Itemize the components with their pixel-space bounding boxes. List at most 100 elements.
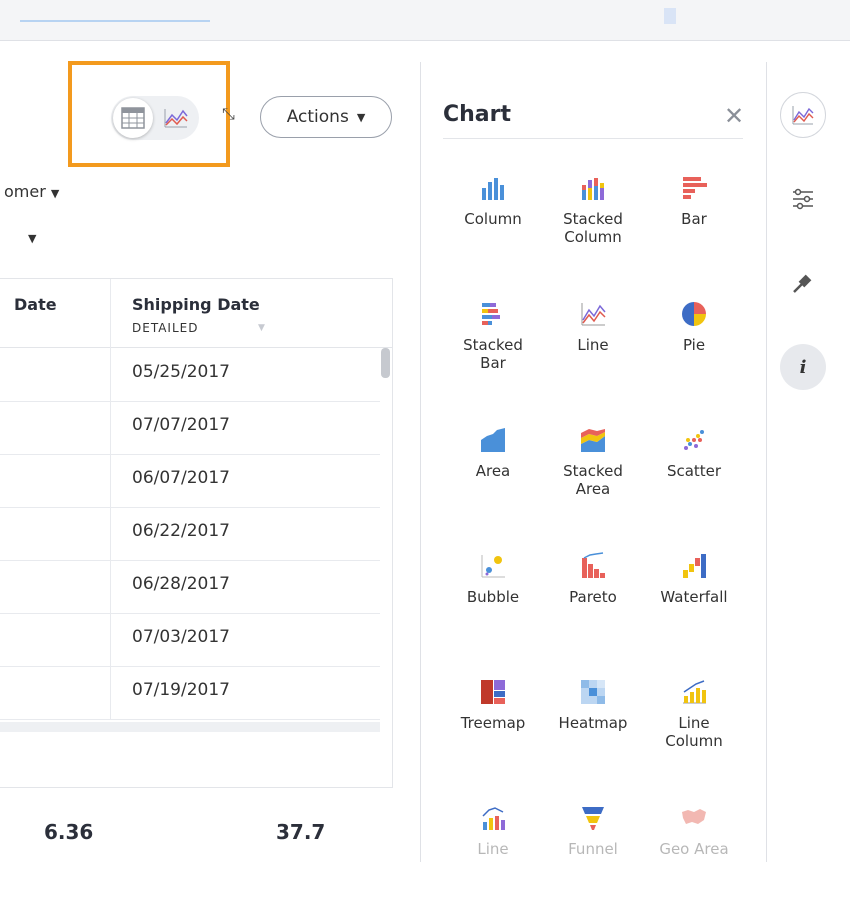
chart-type-label-line: Pie: [682, 336, 706, 354]
chevron-down-icon[interactable]: ▼: [28, 232, 36, 245]
chart-type-option[interactable]: Pareto: [543, 552, 643, 662]
table-row[interactable]: 07/03/2017: [0, 613, 380, 667]
bar-chart-icon: [680, 174, 708, 202]
chart-type-option[interactable]: Stacked Area: [543, 426, 643, 536]
chart-type-option[interactable]: Geo Area: [644, 804, 744, 914]
chart-type-label: Line Column: [644, 714, 744, 750]
chart-type-option[interactable]: Column: [443, 174, 543, 284]
column-header-date[interactable]: Date: [14, 295, 57, 314]
table-icon[interactable]: [113, 98, 153, 138]
chart-type-label: Scatter: [644, 462, 744, 480]
data-table: Date Shipping Date DETAILED ▼ 05/25/2017…: [0, 278, 393, 788]
chart-type-label-line: Line: [477, 840, 509, 858]
top-bar-tag: [664, 8, 676, 24]
table-row[interactable]: 06/22/2017: [0, 507, 380, 561]
filter-label: omer: [4, 182, 46, 201]
chart-type-label-line: Line: [678, 714, 710, 732]
close-icon[interactable]: ✕: [724, 102, 744, 130]
horizontal-scrollbar[interactable]: [0, 722, 380, 732]
chart-type-option[interactable]: Treemap: [443, 678, 543, 788]
table-cell: 06/07/2017: [132, 468, 230, 488]
chart-type-label-line: Area: [475, 462, 511, 480]
chart-type-option[interactable]: Scatter: [644, 426, 744, 536]
table-cell: 07/07/2017: [132, 415, 230, 435]
sort-icon[interactable]: ▼: [258, 323, 265, 333]
line-chart-icon[interactable]: [780, 92, 826, 138]
chart-type-label: Pie: [644, 336, 744, 354]
vertical-scrollbar[interactable]: [381, 348, 390, 378]
chevron-down-icon: ▼: [356, 110, 366, 124]
chart-type-label: Funnel: [543, 840, 643, 858]
chart-type-label-line: Geo Area: [659, 840, 729, 858]
column-subheader: DETAILED: [132, 321, 199, 335]
chart-type-label-line: Pareto: [569, 588, 617, 606]
chart-type-label: Stacked Column: [543, 210, 643, 246]
table-chart-toggle[interactable]: [111, 96, 199, 140]
chart-type-label-line: Bar: [681, 210, 707, 228]
chart-type-label: Heatmap: [543, 714, 643, 732]
stacked-area-chart-icon: [579, 426, 607, 454]
chart-type-label-line: Line: [577, 336, 609, 354]
chart-type-option[interactable]: Bubble: [443, 552, 543, 662]
heatmap-chart-icon: [579, 678, 607, 706]
chart-type-label-line: Column: [464, 210, 522, 228]
actions-button[interactable]: Actions ▼: [260, 96, 392, 138]
chart-type-label-line: Stacked: [463, 336, 523, 354]
table-cell: 07/19/2017: [132, 680, 230, 700]
chart-type-label: Bar: [644, 210, 744, 228]
chart-type-option[interactable]: Area: [443, 426, 543, 536]
chart-type-option[interactable]: Stacked Column: [543, 174, 643, 284]
actions-label: Actions: [286, 107, 349, 127]
chart-type-label: Treemap: [443, 714, 543, 732]
stacked-bar-chart-icon: [479, 300, 507, 328]
chart-type-option[interactable]: Funnel: [543, 804, 643, 914]
table-row[interactable]: 07/19/2017: [0, 666, 380, 720]
active-tab-indicator: [20, 20, 210, 22]
area-chart-icon: [479, 426, 507, 454]
chart-type-option[interactable]: Line: [543, 300, 643, 410]
chart-type-label-line: Column: [564, 228, 622, 246]
chart-type-label-line: Heatmap: [558, 714, 628, 732]
chart-type-option[interactable]: Line Column: [644, 678, 744, 788]
table-cell: 05/25/2017: [132, 362, 230, 382]
table-cell: 06/28/2017: [132, 574, 230, 594]
chart-type-option[interactable]: Stacked Bar: [443, 300, 543, 410]
table-row[interactable]: 07/07/2017: [0, 401, 380, 455]
funnel-chart-icon: [579, 804, 607, 832]
bubble-chart-icon: [479, 552, 507, 580]
geo-area-chart-icon: [680, 804, 708, 832]
top-bar: [0, 0, 850, 41]
table-row[interactable]: 06/07/2017: [0, 454, 380, 508]
table-cell: 07/03/2017: [132, 627, 230, 647]
chevron-down-icon: ▼: [50, 187, 60, 200]
line-chart-icon[interactable]: [163, 106, 189, 130]
filter-dropdown-customer[interactable]: omer ▼: [4, 182, 59, 201]
chart-type-label-line: Treemap: [460, 714, 526, 732]
panel-divider: [420, 62, 421, 862]
expand-icon[interactable]: ⤡: [222, 104, 235, 124]
chart-type-label-line: Area: [575, 480, 611, 498]
settings-sliders-icon[interactable]: [790, 186, 816, 212]
chart-type-label-line: Stacked: [563, 210, 623, 228]
table-row[interactable]: 06/28/2017: [0, 560, 380, 614]
chart-type-label: Geo Area: [644, 840, 744, 858]
chart-type-option[interactable]: Line: [443, 804, 543, 914]
chart-type-label: Line: [443, 840, 543, 858]
table-row[interactable]: 05/25/2017: [0, 348, 380, 402]
chart-type-option[interactable]: Heatmap: [543, 678, 643, 788]
chart-type-option[interactable]: Pie: [644, 300, 744, 410]
column-header-shipping-date[interactable]: Shipping Date: [132, 295, 260, 314]
chart-type-label: Line: [543, 336, 643, 354]
pin-icon[interactable]: [790, 270, 816, 296]
chart-type-option[interactable]: Bar: [644, 174, 744, 284]
line-chart-icon: [579, 300, 607, 328]
table-header: Date Shipping Date DETAILED ▼: [0, 279, 392, 348]
rail-divider: [766, 62, 767, 862]
chart-type-label-line: Bubble: [466, 588, 520, 606]
stacked-column-chart-icon: [579, 174, 607, 202]
info-icon[interactable]: i: [780, 344, 826, 390]
chart-type-option[interactable]: Waterfall: [644, 552, 744, 662]
total-value: 6.36: [44, 820, 94, 844]
chart-type-label-line: Scatter: [666, 462, 722, 480]
chart-type-label: Pareto: [543, 588, 643, 606]
